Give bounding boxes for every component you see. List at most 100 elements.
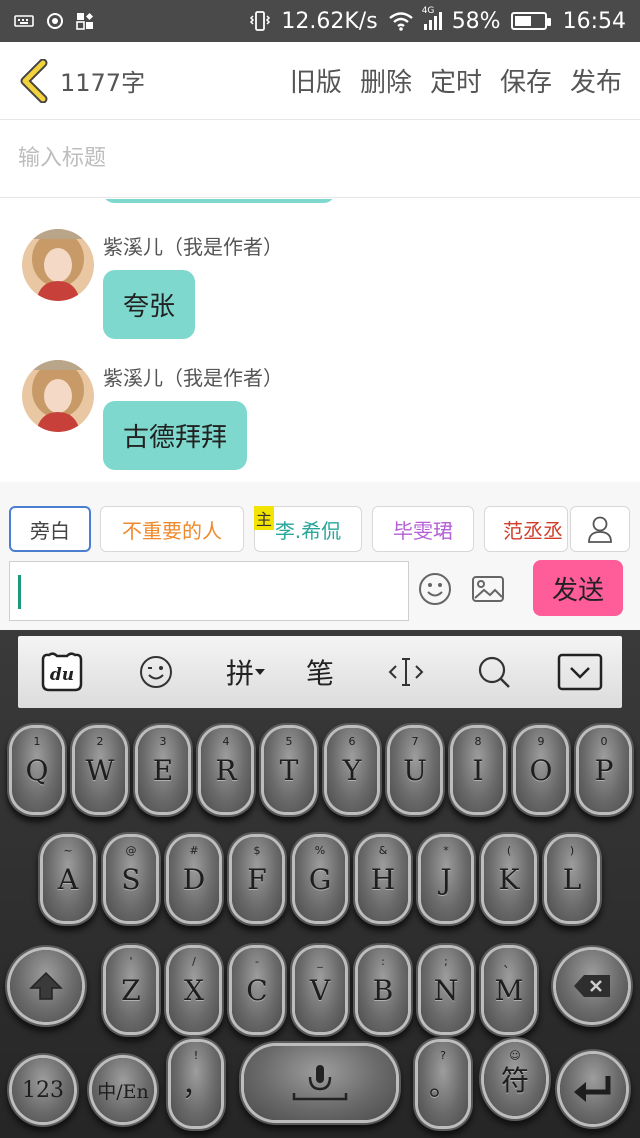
key-x[interactable]: / X	[169, 948, 219, 1032]
message-bubble[interactable]: 夸张	[103, 270, 196, 339]
role-narration[interactable]: 旁白	[9, 506, 91, 552]
role-item[interactable]: 不重要的人	[100, 506, 244, 552]
cursor-move-button[interactable]	[376, 636, 436, 708]
key-q[interactable]: 1Q	[12, 728, 62, 812]
key-d[interactable]: # D	[169, 837, 219, 921]
emoji-keyboard-button[interactable]	[126, 636, 186, 708]
key-label: Q	[25, 753, 49, 787]
key-u[interactable]: 7U	[390, 728, 440, 812]
key-label: P	[594, 753, 614, 787]
key-w[interactable]: 2W	[75, 728, 125, 812]
message-input[interactable]	[9, 561, 409, 621]
role-item[interactable]: 范丞丞	[484, 506, 568, 552]
key-label: J	[440, 862, 452, 896]
avatar[interactable]	[22, 360, 94, 432]
key-g[interactable]: % G	[295, 837, 345, 921]
key-e[interactable]: 3E	[138, 728, 188, 812]
key-m[interactable]: 、 M	[484, 948, 534, 1032]
battery-icon	[510, 12, 551, 30]
period-key[interactable]: ?。	[418, 1042, 468, 1126]
message-bubble[interactable]: 古德拜拜	[103, 401, 248, 470]
manage-roles-button[interactable]	[570, 506, 630, 552]
smiley-icon	[419, 573, 451, 605]
avatar[interactable]	[22, 229, 94, 301]
key-t[interactable]: 5T	[264, 728, 314, 812]
publish-button[interactable]: 发布	[570, 62, 622, 99]
key-label: R	[215, 753, 237, 787]
backspace-key[interactable]	[556, 950, 628, 1022]
message-author: 紫溪儿（我是作者）	[103, 366, 283, 390]
baidu-logo-button[interactable]: du	[32, 636, 92, 708]
key-label: U	[403, 753, 427, 787]
key-a[interactable]: ~ A	[43, 837, 93, 921]
key-v[interactable]: _ V	[295, 948, 345, 1032]
key-label: V	[309, 973, 331, 1007]
enter-arrow-icon	[574, 1076, 611, 1102]
symbols-key[interactable]: 符 ☺	[484, 1042, 546, 1116]
stroke-mode-button[interactable]: 笔	[290, 636, 350, 708]
text-caret	[18, 575, 21, 609]
smiley-glyph-icon: ☺	[509, 1049, 521, 1062]
chevron-down-icon	[557, 653, 603, 691]
caret-down-icon	[255, 669, 265, 675]
key-label: A	[57, 862, 79, 896]
key-p[interactable]: 0P	[579, 728, 629, 812]
save-button[interactable]: 保存	[500, 62, 552, 99]
key-n[interactable]: ; N	[421, 948, 471, 1032]
key-i[interactable]: 8I	[453, 728, 503, 812]
role-item[interactable]: 毕雯珺	[372, 506, 474, 552]
back-button[interactable]	[14, 56, 54, 106]
language-switch-key[interactable]: 中/En	[92, 1058, 154, 1122]
key-z[interactable]: ' Z	[106, 948, 156, 1032]
pinyin-mode-button[interactable]: 拼	[206, 636, 286, 708]
wifi-icon	[388, 12, 413, 31]
role-item[interactable]: 主 李.希侃	[254, 506, 362, 552]
shift-key[interactable]	[10, 950, 82, 1022]
baidu-du-icon: du	[41, 652, 83, 692]
schedule-button[interactable]: 定时	[430, 62, 482, 99]
key-r[interactable]: 4R	[201, 728, 251, 812]
keyboard-toolbar: du 拼 笔	[18, 636, 622, 708]
status-left-icons	[14, 12, 94, 30]
key-secondary-label: /	[192, 955, 196, 968]
key-s[interactable]: @ S	[106, 837, 156, 921]
key-secondary-label: !	[193, 1049, 199, 1062]
key-label: F	[247, 862, 267, 896]
numbers-key[interactable]: 123	[12, 1058, 74, 1122]
delete-button[interactable]: 删除	[360, 62, 412, 99]
chat-area[interactable]: 紫溪儿（我是作者） 夸张 紫溪儿（我是作者） 古德拜拜	[0, 199, 640, 482]
enter-key[interactable]	[560, 1054, 626, 1124]
key-b[interactable]: :B	[358, 948, 408, 1032]
netease-icon	[47, 13, 63, 29]
key-o[interactable]: 9O	[516, 728, 566, 812]
space-key[interactable]	[244, 1046, 396, 1120]
key-label: X	[184, 973, 204, 1007]
comma-key[interactable]: !，	[171, 1042, 221, 1126]
keyboard-icon	[14, 15, 34, 27]
key-y[interactable]: 6Y	[327, 728, 377, 812]
key-label: K	[498, 862, 520, 896]
key-secondary-label: $	[253, 844, 261, 857]
old-version-button[interactable]: 旧版	[290, 62, 342, 99]
title-input[interactable]	[18, 146, 640, 171]
role-label: 旁白	[30, 518, 70, 543]
key-k[interactable]: (K	[484, 837, 534, 921]
hide-keyboard-button[interactable]	[550, 636, 610, 708]
key-label: B	[372, 973, 394, 1007]
image-button[interactable]	[471, 574, 505, 608]
key-secondary-label: ?	[440, 1049, 446, 1062]
cursor-icon	[388, 658, 424, 686]
send-button[interactable]: 发送	[533, 560, 623, 616]
key-c[interactable]: -C	[232, 948, 282, 1032]
key-h[interactable]: & H	[358, 837, 408, 921]
previous-message-bubble	[103, 199, 335, 203]
search-icon	[478, 656, 510, 688]
search-button[interactable]	[464, 636, 524, 708]
key-j[interactable]: * J	[421, 837, 471, 921]
key-secondary-label: 、	[503, 957, 515, 970]
key-l[interactable]: ) L	[547, 837, 597, 921]
role-label: 李.希侃	[274, 518, 342, 543]
emoji-button[interactable]	[418, 572, 452, 610]
key-f[interactable]: $ F	[232, 837, 282, 921]
key-secondary-label: 0	[600, 735, 608, 748]
